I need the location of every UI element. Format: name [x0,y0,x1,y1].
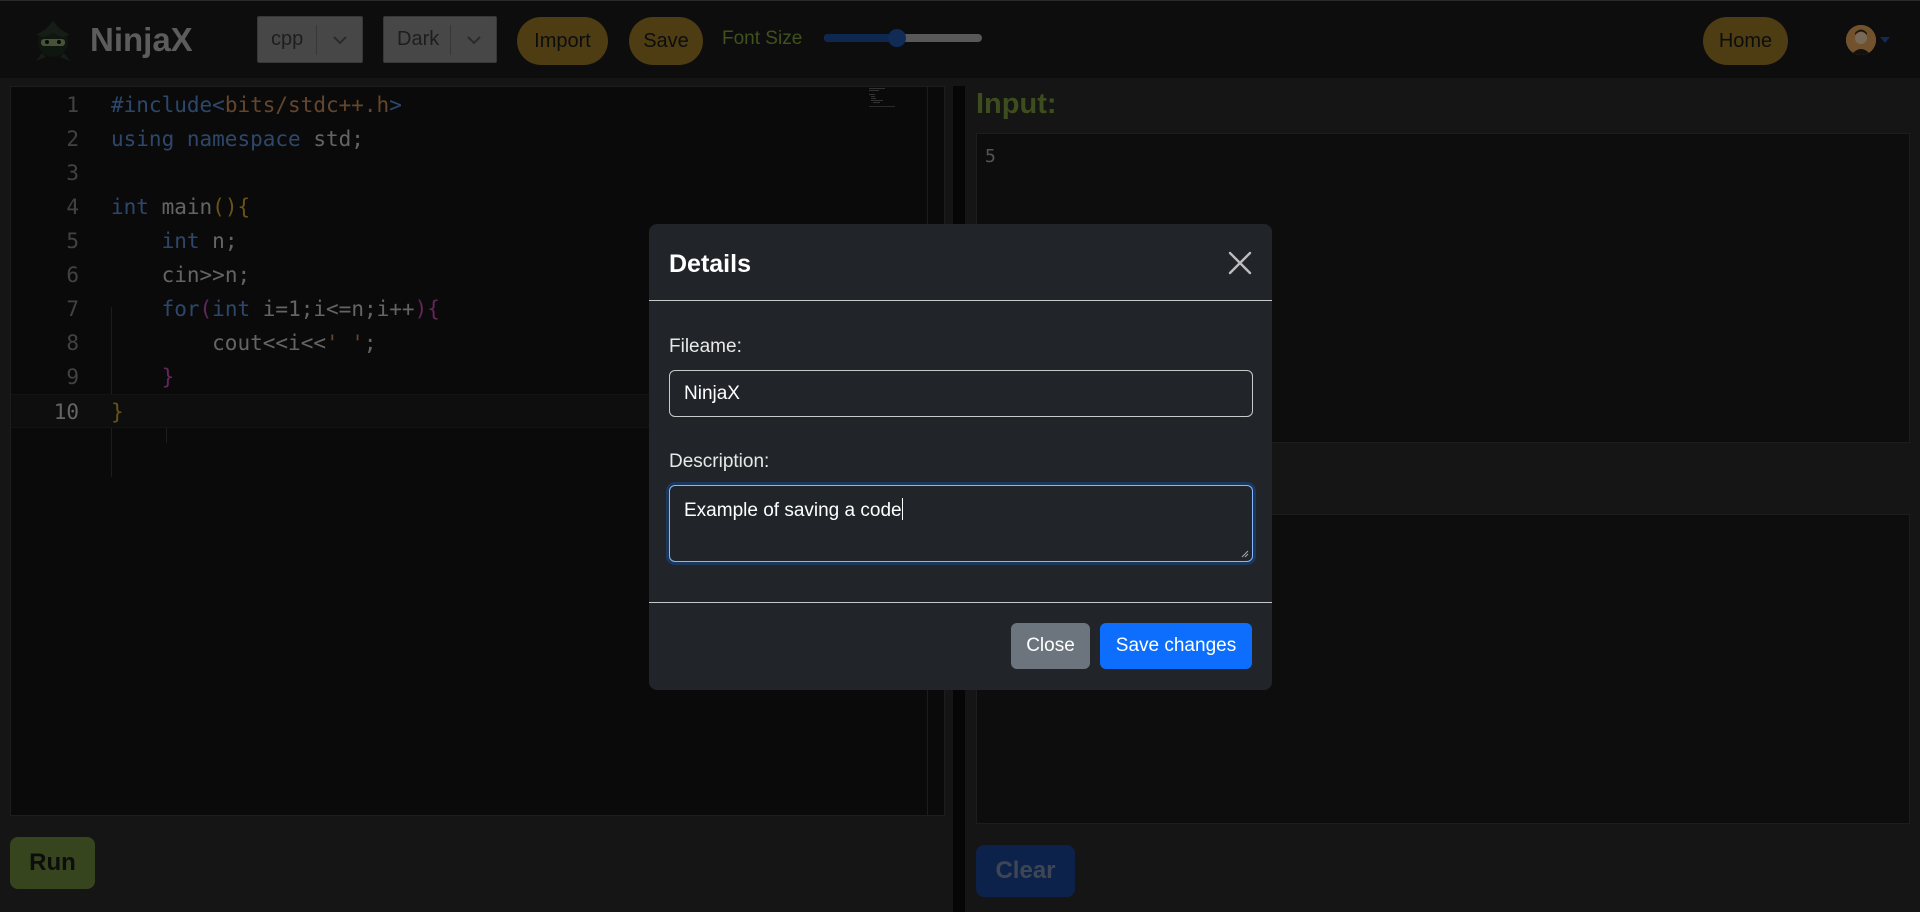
save-changes-button[interactable]: Save changes [1100,623,1252,669]
text-caret [901,498,903,520]
close-icon[interactable] [1227,250,1253,276]
filename-label: Fileame: [669,336,742,357]
description-text: Example of saving a code [684,500,902,521]
resize-handle-icon[interactable] [1240,549,1249,558]
details-modal: Details Fileame: NinjaX Description: Exa… [649,224,1272,690]
description-field[interactable]: Example of saving a code [669,485,1253,562]
modal-title: Details [669,250,751,278]
filename-field[interactable]: NinjaX [669,370,1253,417]
modal-header-divider [649,300,1272,301]
description-label: Description: [669,451,770,472]
modal-footer-divider [649,602,1272,603]
close-button[interactable]: Close [1011,623,1090,669]
